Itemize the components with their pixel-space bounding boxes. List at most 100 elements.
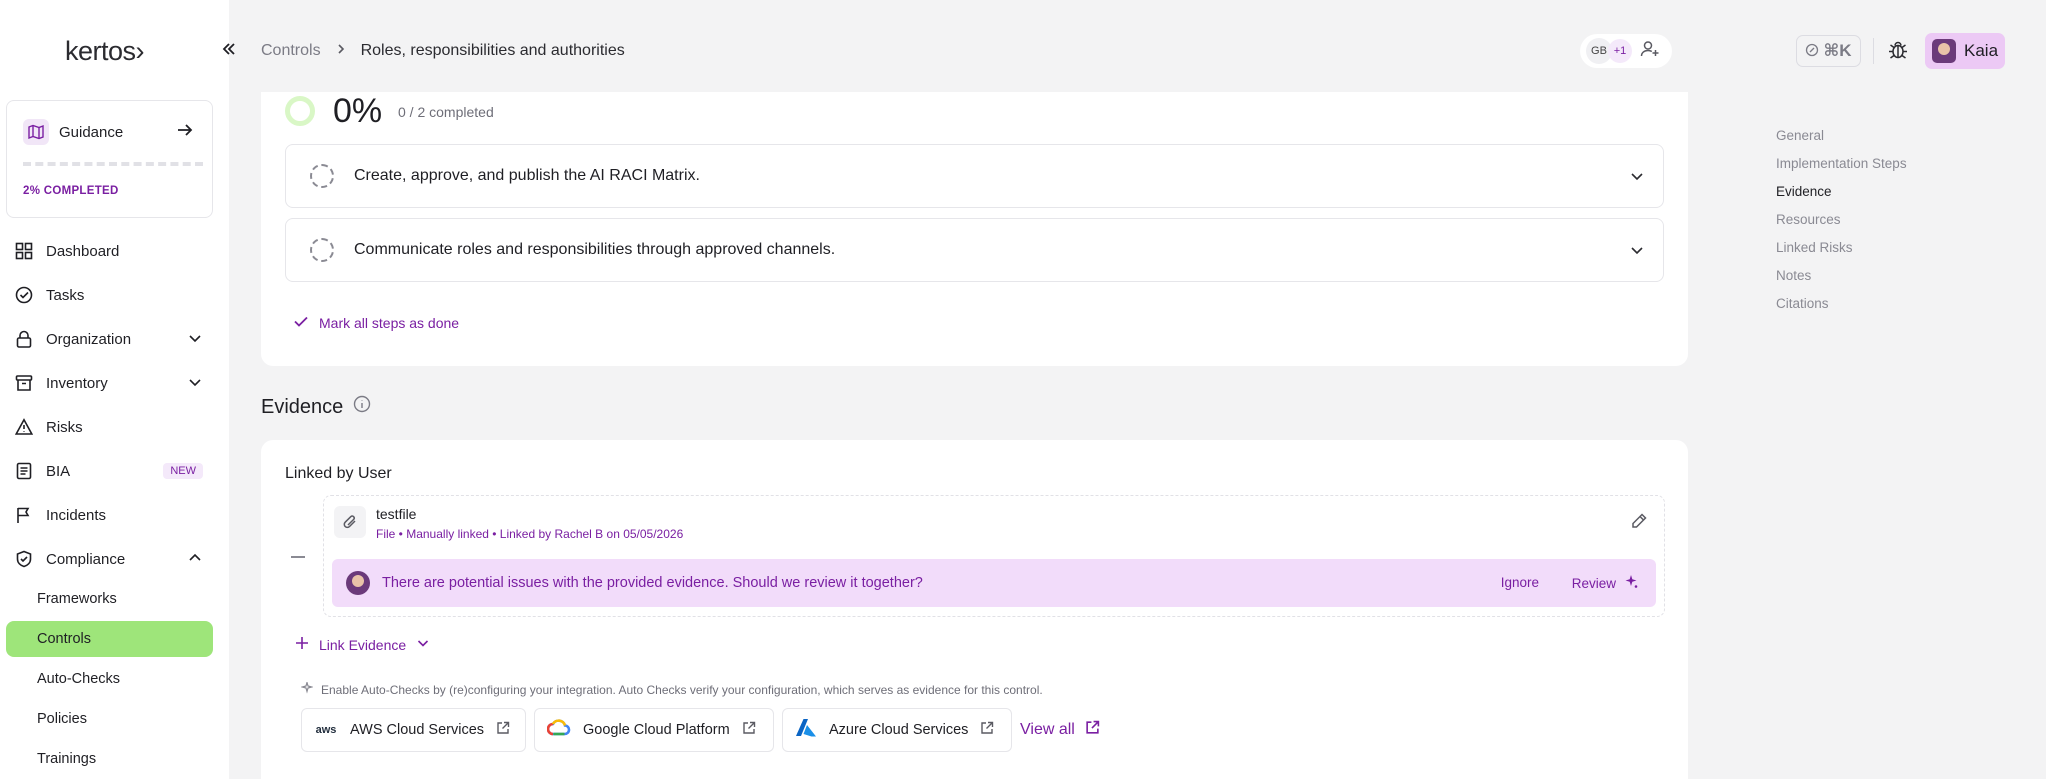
logo[interactable]: kertos› bbox=[65, 36, 145, 67]
mark-all-label: Mark all steps as done bbox=[319, 314, 460, 331]
chevron-up-icon[interactable] bbox=[187, 550, 203, 570]
breadcrumb-controls[interactable]: Controls bbox=[261, 42, 321, 60]
ai-icon bbox=[1805, 43, 1819, 60]
external-link-icon[interactable] bbox=[742, 721, 756, 739]
integration-aws[interactable]: aws AWS Cloud Services bbox=[301, 708, 526, 752]
step-status-icon[interactable] bbox=[310, 238, 334, 262]
toc-resources[interactable]: Resources bbox=[1776, 211, 1907, 239]
divider bbox=[1873, 38, 1874, 64]
check-circle-icon bbox=[14, 285, 34, 305]
linked-by-user-heading: Linked by User bbox=[285, 465, 392, 482]
mark-all-done-button[interactable]: Mark all steps as done bbox=[293, 313, 459, 332]
integration-gcp[interactable]: Google Cloud Platform bbox=[534, 708, 774, 752]
command-palette-button[interactable]: ⌘K bbox=[1796, 35, 1861, 67]
sidebar-subitem-frameworks[interactable]: Frameworks bbox=[6, 581, 213, 617]
view-all-integrations-link[interactable]: View all bbox=[1020, 720, 1100, 740]
view-all-label: View all bbox=[1020, 721, 1075, 738]
evidence-file-meta: File • Manually linked • Linked by Rache… bbox=[376, 527, 684, 541]
collapse-minus-icon[interactable] bbox=[291, 556, 305, 558]
collaborator-more[interactable]: +1 bbox=[1608, 39, 1632, 63]
toc-linked-risks[interactable]: Linked Risks bbox=[1776, 239, 1907, 267]
azure-logo bbox=[795, 718, 817, 742]
sidebar-item-label: Tasks bbox=[46, 286, 85, 304]
sidebar-subitem-policies[interactable]: Policies bbox=[6, 701, 213, 737]
sparkle-icon bbox=[1624, 575, 1638, 592]
guidance-card[interactable]: Guidance 2% COMPLETED bbox=[6, 100, 213, 218]
bug-icon[interactable] bbox=[1887, 39, 1909, 66]
pencil-icon[interactable] bbox=[1630, 512, 1648, 535]
chevron-down-icon[interactable] bbox=[1629, 242, 1645, 263]
toc-evidence[interactable]: Evidence bbox=[1776, 183, 1907, 211]
breadcrumb: Controls Roles, responsibilities and aut… bbox=[261, 42, 625, 60]
archive-icon bbox=[14, 373, 34, 393]
document-icon bbox=[14, 461, 34, 481]
step-text: Communicate roles and responsibilities t… bbox=[354, 241, 836, 258]
new-badge: NEW bbox=[163, 463, 203, 479]
sidebar-item-organization[interactable]: Organization bbox=[6, 321, 213, 357]
ignore-button[interactable]: Ignore bbox=[1501, 575, 1539, 590]
toc-general[interactable]: General bbox=[1776, 127, 1907, 155]
sidebar-item-label: Inventory bbox=[46, 374, 108, 392]
collapse-sidebar-icon[interactable] bbox=[218, 40, 240, 62]
toc-notes[interactable]: Notes bbox=[1776, 267, 1907, 295]
implementation-step[interactable]: Create, approve, and publish the AI RACI… bbox=[285, 144, 1664, 208]
evidence-file-name[interactable]: testfile bbox=[376, 506, 416, 522]
user-menu[interactable]: Kaia bbox=[1925, 33, 2005, 69]
paperclip-icon bbox=[334, 506, 366, 538]
chevron-down-icon[interactable] bbox=[1629, 168, 1645, 189]
sidebar-item-compliance[interactable]: Compliance bbox=[6, 541, 213, 577]
review-button[interactable]: Review bbox=[1572, 575, 1638, 592]
sidebar-item-dashboard[interactable]: Dashboard bbox=[6, 233, 213, 269]
sidebar-item-label: Incidents bbox=[46, 506, 107, 524]
sidebar-item-incidents[interactable]: Incidents bbox=[6, 497, 213, 533]
progress-percent: 0% bbox=[333, 92, 383, 130]
evidence-card: Linked by User testfile File • Manually … bbox=[261, 440, 1688, 779]
link-evidence-button[interactable]: Link Evidence bbox=[295, 636, 430, 653]
map-icon bbox=[23, 119, 49, 145]
sidebar-item-bia[interactable]: BIA NEW bbox=[6, 453, 213, 489]
implementation-step[interactable]: Communicate roles and responsibilities t… bbox=[285, 218, 1664, 282]
add-user-icon[interactable] bbox=[1640, 39, 1660, 64]
user-name: Kaia bbox=[1964, 41, 1999, 60]
chevron-down-icon[interactable] bbox=[187, 330, 203, 350]
sidebar: kertos› Guidance 2% COMPLETED Dashboard … bbox=[0, 0, 229, 779]
step-status-icon[interactable] bbox=[310, 164, 334, 188]
auto-checks-hint: Enable Auto-Checks by (re)configuring yo… bbox=[300, 680, 1043, 697]
flag-icon bbox=[14, 505, 34, 525]
toc-citations[interactable]: Citations bbox=[1776, 295, 1907, 323]
sidebar-item-label: BIA bbox=[46, 462, 71, 480]
guidance-label: Guidance bbox=[59, 124, 124, 141]
integration-azure[interactable]: Azure Cloud Services bbox=[782, 708, 1012, 752]
chevron-right-icon bbox=[335, 42, 347, 60]
evidence-title: Evidence bbox=[261, 395, 344, 418]
sidebar-item-risks[interactable]: Risks bbox=[6, 409, 213, 445]
integration-label: Google Cloud Platform bbox=[583, 722, 730, 738]
sidebar-subitem-auto-checks[interactable]: Auto-Checks bbox=[6, 661, 213, 697]
info-icon[interactable] bbox=[353, 395, 371, 419]
guidance-progress-text: 2% COMPLETED bbox=[23, 185, 119, 197]
external-link-icon[interactable] bbox=[980, 721, 994, 739]
plus-icon bbox=[295, 636, 309, 653]
aws-logo: aws bbox=[315, 724, 337, 736]
check-icon bbox=[293, 313, 309, 332]
chevron-down-icon[interactable] bbox=[187, 374, 203, 394]
sidebar-subitem-controls[interactable]: Controls bbox=[6, 621, 213, 657]
google-cloud-logo bbox=[546, 719, 571, 741]
sidebar-item-label: Organization bbox=[46, 330, 132, 348]
toc-implementation-steps[interactable]: Implementation Steps bbox=[1776, 155, 1907, 183]
external-link-icon[interactable] bbox=[496, 721, 510, 739]
chevron-down-icon bbox=[416, 636, 430, 653]
arrow-right-icon[interactable] bbox=[176, 121, 194, 144]
evidence-item[interactable]: testfile File • Manually linked • Linked… bbox=[323, 495, 1665, 617]
integration-label: AWS Cloud Services bbox=[350, 722, 485, 738]
progress-ring bbox=[285, 96, 315, 126]
sidebar-item-tasks[interactable]: Tasks bbox=[6, 277, 213, 313]
collaborators[interactable]: GB +1 bbox=[1580, 34, 1672, 68]
breadcrumb-current: Roles, responsibilities and authorities bbox=[360, 42, 625, 59]
sidebar-item-inventory[interactable]: Inventory bbox=[6, 365, 213, 401]
sidebar-subitem-trainings[interactable]: Trainings bbox=[6, 741, 213, 777]
step-text: Create, approve, and publish the AI RACI… bbox=[354, 167, 700, 184]
sidebar-item-label: Dashboard bbox=[46, 242, 120, 260]
avatar bbox=[346, 571, 370, 595]
lock-icon bbox=[14, 329, 34, 349]
